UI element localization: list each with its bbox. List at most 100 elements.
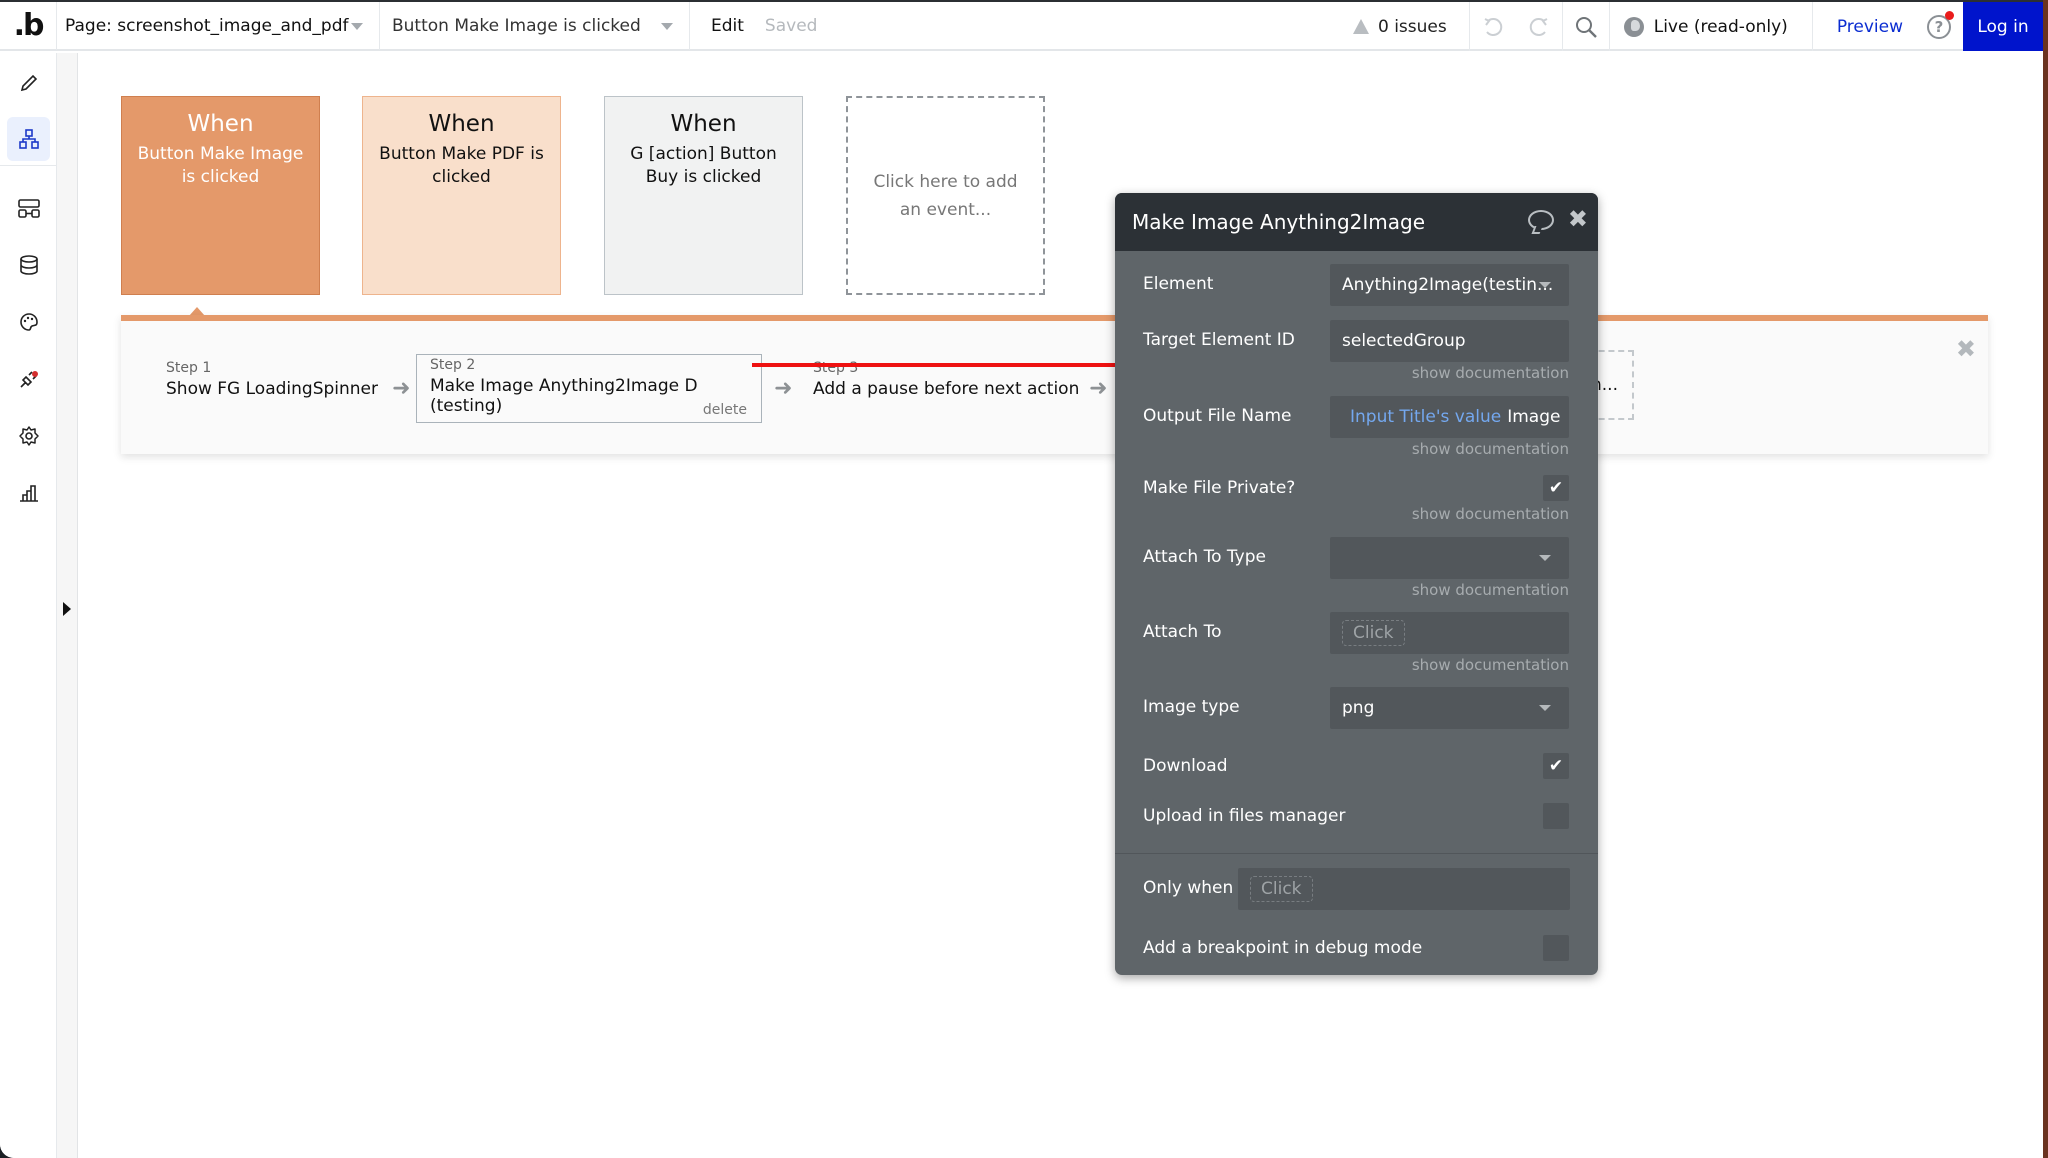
event-selector-label: Button Make Image is clicked bbox=[392, 15, 641, 36]
action-properties-panel: Make Image Anything2Image D ( ✖ Element … bbox=[1115, 193, 1598, 975]
undo-button[interactable] bbox=[1470, 2, 1516, 51]
make-file-private-checkbox[interactable]: ✔ bbox=[1543, 475, 1569, 501]
edit-menu[interactable]: Edit bbox=[711, 16, 744, 36]
event-card[interactable]: When G [action] Button Buy is clicked bbox=[604, 96, 803, 295]
arrow-right-icon: ➜ bbox=[774, 376, 793, 401]
breakpoint-checkbox[interactable] bbox=[1543, 935, 1569, 961]
add-event-card[interactable]: Click here to add an event... bbox=[846, 96, 1045, 295]
attach-to-input[interactable]: Click bbox=[1330, 612, 1569, 654]
property-label: Upload in files manager bbox=[1143, 806, 1346, 826]
event-description: Button Make Image is clicked bbox=[137, 144, 304, 187]
gear-icon bbox=[18, 426, 39, 446]
dynamic-expression[interactable]: Input Title's value bbox=[1350, 407, 1501, 427]
bubble-logo[interactable]: .b bbox=[0, 2, 57, 50]
palette-icon bbox=[19, 313, 38, 331]
workflow-step[interactable]: Step 1 Show FG LoadingSpinner bbox=[166, 360, 378, 399]
add-event-label: Click here to add an event... bbox=[873, 172, 1018, 220]
target-element-id-value: selectedGroup bbox=[1342, 331, 1466, 351]
attach-to-type-dropdown[interactable] bbox=[1330, 537, 1569, 579]
event-when-label: When bbox=[428, 111, 495, 137]
close-icon[interactable]: ✖ bbox=[1568, 205, 1588, 233]
property-label: Download bbox=[1143, 756, 1228, 776]
sidebar-item-plugins[interactable] bbox=[7, 357, 50, 401]
issues-count: 0 issues bbox=[1377, 16, 1447, 37]
only-when-condition-input[interactable]: Click bbox=[1238, 868, 1570, 910]
arrow-right-icon: ➜ bbox=[1089, 376, 1108, 401]
preview-link[interactable]: Preview bbox=[1813, 17, 1927, 37]
step-number: Step 2 bbox=[430, 357, 476, 373]
show-documentation-link[interactable]: show documentation bbox=[1412, 364, 1569, 382]
step-number: Step 1 bbox=[166, 360, 212, 376]
property-label: Image type bbox=[1143, 697, 1240, 717]
sidebar-item-settings[interactable] bbox=[7, 414, 50, 458]
event-description: Button Make PDF is clicked bbox=[379, 144, 544, 187]
sidebar-divider bbox=[0, 165, 57, 166]
static-text: Image bbox=[1507, 407, 1561, 427]
chevron-down-icon bbox=[1539, 555, 1551, 561]
property-label: Add a breakpoint in debug mode bbox=[1143, 938, 1423, 958]
search-button[interactable] bbox=[1563, 2, 1609, 51]
show-documentation-link[interactable]: show documentation bbox=[1412, 656, 1569, 674]
undo-icon bbox=[1484, 17, 1502, 36]
element-dropdown[interactable]: Anything2Image(testin... bbox=[1330, 264, 1569, 306]
notification-dot bbox=[1945, 10, 1954, 20]
expand-triangle-icon[interactable] bbox=[63, 602, 71, 616]
property-label: Output File Name bbox=[1143, 406, 1292, 426]
event-selector[interactable]: Button Make Image is clicked bbox=[380, 2, 690, 50]
workflow-icon bbox=[18, 129, 39, 149]
show-documentation-link[interactable]: show documentation bbox=[1412, 505, 1569, 523]
property-label: Make File Private? bbox=[1143, 478, 1296, 498]
version-selector[interactable]: Live (read-only) bbox=[1610, 2, 1813, 51]
login-button[interactable]: Log in bbox=[1963, 2, 2043, 51]
image-type-dropdown[interactable]: png bbox=[1330, 687, 1569, 729]
upload-in-files-manager-checkbox[interactable] bbox=[1543, 803, 1569, 829]
property-label: Target Element ID bbox=[1143, 330, 1295, 350]
event-card[interactable]: When Button Make PDF is clicked bbox=[362, 96, 561, 295]
sidebar-item-elements[interactable] bbox=[7, 186, 50, 230]
top-bar-right: 0 issues Live (read-only) Preview ? Log … bbox=[1352, 2, 2043, 51]
download-checkbox[interactable]: ✔ bbox=[1543, 753, 1569, 779]
warning-icon bbox=[1352, 19, 1369, 34]
panel-header[interactable]: Make Image Anything2Image D ( ✖ bbox=[1115, 193, 1598, 251]
sidebar-item-design[interactable] bbox=[7, 61, 50, 105]
help-button[interactable]: ? bbox=[1927, 10, 1954, 39]
close-icon[interactable]: ✖ bbox=[1956, 335, 1976, 363]
output-file-name-input[interactable]: Input Title's value Image bbox=[1330, 396, 1569, 438]
sidebar-item-workflow[interactable] bbox=[7, 117, 50, 161]
image-type-value: png bbox=[1342, 698, 1375, 718]
event-when-label: When bbox=[187, 111, 254, 137]
saved-status: Saved bbox=[764, 15, 818, 36]
step-name: Make Image Anything2Image D (testing) bbox=[430, 376, 698, 416]
top-bar: .b Page: screenshot_image_and_pdf Button… bbox=[0, 2, 2043, 51]
target-element-id-input[interactable]: selectedGroup bbox=[1330, 320, 1569, 362]
click-placeholder[interactable]: Click bbox=[1342, 620, 1405, 646]
pencil-icon bbox=[20, 74, 37, 92]
page-selector[interactable]: Page: screenshot_image_and_pdf bbox=[57, 2, 380, 50]
click-placeholder[interactable]: Click bbox=[1250, 876, 1313, 902]
event-card-selected[interactable]: When Button Make Image is clicked bbox=[121, 96, 320, 295]
sidebar-item-styles[interactable] bbox=[7, 300, 50, 344]
sidebar-item-logs[interactable] bbox=[7, 471, 50, 515]
property-label: Element bbox=[1143, 274, 1214, 294]
workflow-step-selected[interactable]: Step 2 Make Image Anything2Image D (test… bbox=[416, 354, 762, 423]
panel-title: Make Image Anything2Image D ( bbox=[1132, 210, 1432, 234]
element-value: Anything2Image(testin... bbox=[1342, 275, 1554, 295]
globe-icon bbox=[1623, 16, 1644, 37]
version-label: Live (read-only) bbox=[1653, 16, 1788, 37]
issues-button[interactable]: 0 issues bbox=[1352, 2, 1470, 51]
page-selector-label: Page: screenshot_image_and_pdf bbox=[65, 15, 349, 36]
delete-step-link[interactable]: delete bbox=[703, 402, 747, 418]
step-name: Show FG LoadingSpinner bbox=[166, 379, 379, 399]
chevron-down-icon bbox=[1539, 282, 1551, 288]
chevron-down-icon bbox=[351, 23, 363, 30]
redo-button[interactable] bbox=[1516, 2, 1562, 51]
sidebar-item-data[interactable] bbox=[7, 243, 50, 287]
chevron-down-icon bbox=[661, 23, 673, 30]
elements-icon bbox=[17, 199, 40, 218]
left-sidebar bbox=[0, 53, 57, 1158]
panel-collapse-strip[interactable] bbox=[57, 53, 78, 1158]
show-documentation-link[interactable]: show documentation bbox=[1412, 440, 1569, 458]
show-documentation-link[interactable]: show documentation bbox=[1412, 581, 1569, 599]
window-edge bbox=[2043, 0, 2048, 1158]
comment-icon[interactable] bbox=[1528, 210, 1554, 230]
